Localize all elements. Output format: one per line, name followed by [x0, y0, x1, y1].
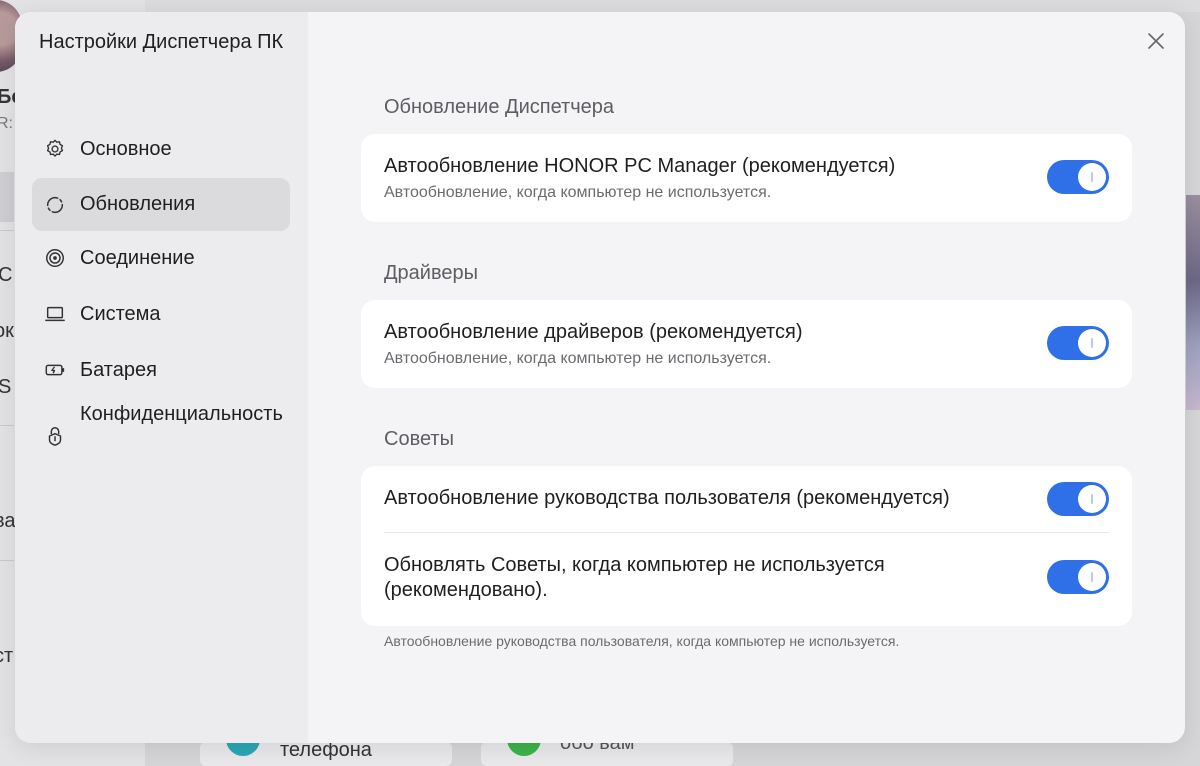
gear-icon	[46, 139, 64, 157]
settings-card: Автообновление руководства пользователя …	[361, 466, 1132, 626]
nav-item-label: Система	[80, 303, 161, 325]
setting-row-tips-update: Обновлять Советы, когда компьютер не исп…	[361, 532, 1132, 626]
settings-sidebar: Настройки Диспетчера ПК Основное Обновле…	[15, 12, 308, 743]
section-title: Советы	[384, 428, 454, 450]
nav-item-label: Обновления	[80, 193, 196, 215]
toggle-knob	[1078, 163, 1106, 191]
section-title: Драйверы	[384, 262, 478, 284]
background-selected-item	[0, 172, 14, 222]
laptop-icon	[45, 306, 65, 322]
setting-subtitle: Автообновление, когда компьютер не испол…	[384, 184, 772, 201]
refresh-icon	[46, 196, 64, 214]
section-footnote: Автообновление руководства пользователя,…	[384, 633, 900, 649]
setting-title: Автообновление драйверов (рекомендуется)	[384, 321, 803, 343]
background-topbar	[145, 0, 1200, 12]
toggle-knob	[1078, 563, 1106, 591]
background-text: ва	[0, 510, 16, 532]
settings-card: Автообновление драйверов (рекомендуется)…	[361, 300, 1132, 388]
nav-item-battery[interactable]: Батарея	[32, 343, 290, 399]
drivers-autoupdate-toggle[interactable]	[1047, 326, 1109, 360]
setting-subtitle: Автообновление, когда компьютер не испол…	[384, 350, 772, 367]
setting-row-guide-autoupdate: Автообновление руководства пользователя …	[361, 466, 1132, 532]
nav-item-general[interactable]: Основное	[32, 122, 290, 178]
background-text: R:	[0, 115, 13, 132]
settings-nav: Основное Обновления Соединение Система Б…	[32, 122, 290, 469]
background-text: C	[0, 264, 13, 286]
background-divider	[0, 425, 14, 426]
background-image-card	[1186, 195, 1200, 410]
background-divider	[0, 230, 14, 231]
settings-card: Автообновление HONOR PC Manager (рекомен…	[361, 134, 1132, 222]
section-title: Обновление Диспетчера	[384, 96, 614, 118]
nav-item-label: Батарея	[80, 359, 157, 381]
nav-item-updates[interactable]: Обновления	[32, 178, 290, 231]
nav-item-label: Конфиденциальность	[80, 403, 283, 425]
nav-item-system[interactable]: Система	[32, 287, 290, 343]
nav-item-privacy[interactable]: Конфиденциальность	[32, 399, 290, 469]
guide-autoupdate-toggle[interactable]	[1047, 482, 1109, 516]
toggle-knob	[1078, 329, 1106, 357]
background-text: S	[0, 376, 12, 398]
nav-item-connection[interactable]: Соединение	[32, 231, 290, 287]
nav-item-label: Основное	[80, 138, 172, 160]
manager-autoupdate-toggle[interactable]	[1047, 160, 1109, 194]
background-divider	[0, 560, 14, 561]
setting-title: Обновлять Советы, когда компьютер не исп…	[384, 554, 885, 601]
nav-item-label: Соединение	[80, 247, 195, 269]
battery-icon	[45, 364, 65, 376]
settings-content: Обновление Диспетчера Автообновление HON…	[308, 12, 1185, 743]
background-text: ст	[0, 645, 14, 667]
connection-icon	[46, 249, 64, 267]
setting-title: Автообновление HONOR PC Manager (рекомен…	[384, 155, 896, 177]
settings-dialog: Настройки Диспетчера ПК Основное Обновле…	[15, 12, 1185, 743]
lock-icon	[48, 427, 62, 446]
setting-title: Автообновление руководства пользователя …	[384, 487, 950, 509]
tips-update-toggle[interactable]	[1047, 560, 1109, 594]
dialog-title: Настройки Диспетчера ПК	[39, 31, 284, 53]
setting-row-manager-autoupdate: Автообновление HONOR PC Manager (рекомен…	[361, 134, 1132, 222]
setting-row-drivers-autoupdate: Автообновление драйверов (рекомендуется)…	[361, 300, 1132, 388]
background-text: ок	[0, 320, 14, 342]
toggle-knob	[1078, 485, 1106, 513]
